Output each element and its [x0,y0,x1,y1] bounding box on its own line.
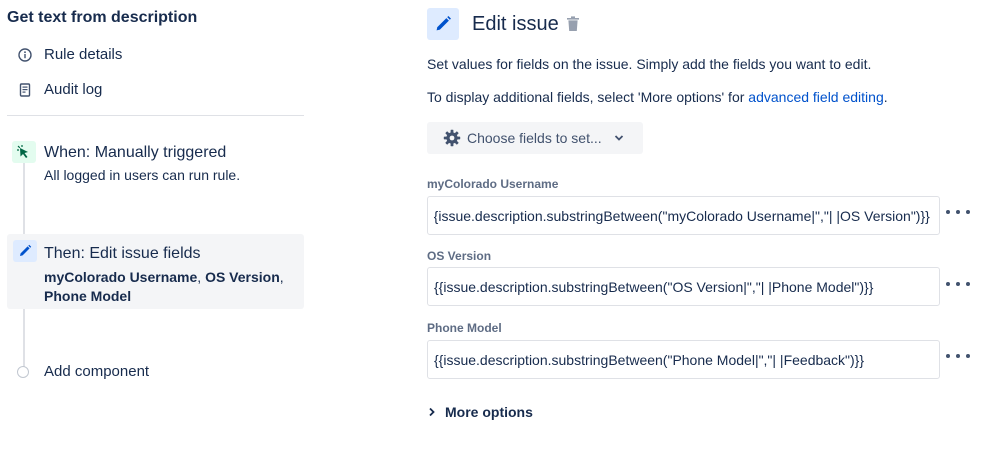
more-options-label: More options [445,404,533,420]
field-label-mycolorado-username: myColorado Username [427,177,559,191]
edit-issue-header-icon [427,8,459,40]
add-component-circle-icon [17,365,29,378]
choose-fields-label: Choose fields to set... [467,130,602,146]
nav-audit-log[interactable]: Audit log [18,81,102,98]
nav-rule-details-label: Rule details [44,46,123,63]
editor-description: Set values for fields on the issue. Simp… [427,56,872,72]
nav-audit-log-label: Audit log [44,81,103,98]
field-input-phone-model[interactable] [427,340,940,379]
chevron-down-icon [614,135,623,141]
action-field-2: OS Version [205,269,280,285]
action-badge [13,240,37,262]
gear-icon [443,129,461,147]
action-field-3: Phone Model [44,288,132,304]
action-title: Then: Edit issue fields [44,245,201,262]
field-label-phone-model: Phone Model [427,321,502,335]
pencil-icon [20,244,32,256]
more-actions-icon[interactable] [946,349,970,363]
field-input-os-version[interactable] [427,267,940,306]
trigger-title: When: Manually triggered [44,144,227,161]
more-options-toggle[interactable]: More options [428,404,533,420]
action-fields: myColorado Username, OS Version, Phone M… [44,269,284,304]
field-label-os-version: OS Version [427,249,492,263]
chevron-right-icon [429,407,435,417]
pencil-icon [436,16,451,31]
rule-title: Get text from description [7,9,198,26]
add-component-button[interactable]: Add component [17,363,149,380]
nav-rule-details[interactable]: Rule details [18,46,122,63]
action-edit-issue-fields[interactable]: Then: Edit issue fields myColorado Usern… [7,234,304,309]
action-field-1: myColorado Username [44,269,198,285]
info-icon [18,47,32,62]
nav-divider [7,115,304,116]
cursor-click-icon [17,145,28,158]
advanced-field-editing-link[interactable]: advanced field editing [748,89,883,105]
trash-icon[interactable] [566,16,580,32]
trigger-badge [12,141,36,163]
choose-fields-button[interactable]: Choose fields to set... [427,122,643,154]
more-actions-icon[interactable] [946,205,970,219]
more-actions-icon[interactable] [946,277,970,291]
field-input-mycolorado-username[interactable] [427,196,940,235]
editor-advanced-hint: To display additional fields, select 'Mo… [427,89,888,105]
add-component-label: Add component [44,363,150,380]
trigger-subtitle: All logged in users can run rule. [44,167,241,183]
audit-log-icon [18,82,32,97]
editor-title: Edit issue [472,13,559,35]
